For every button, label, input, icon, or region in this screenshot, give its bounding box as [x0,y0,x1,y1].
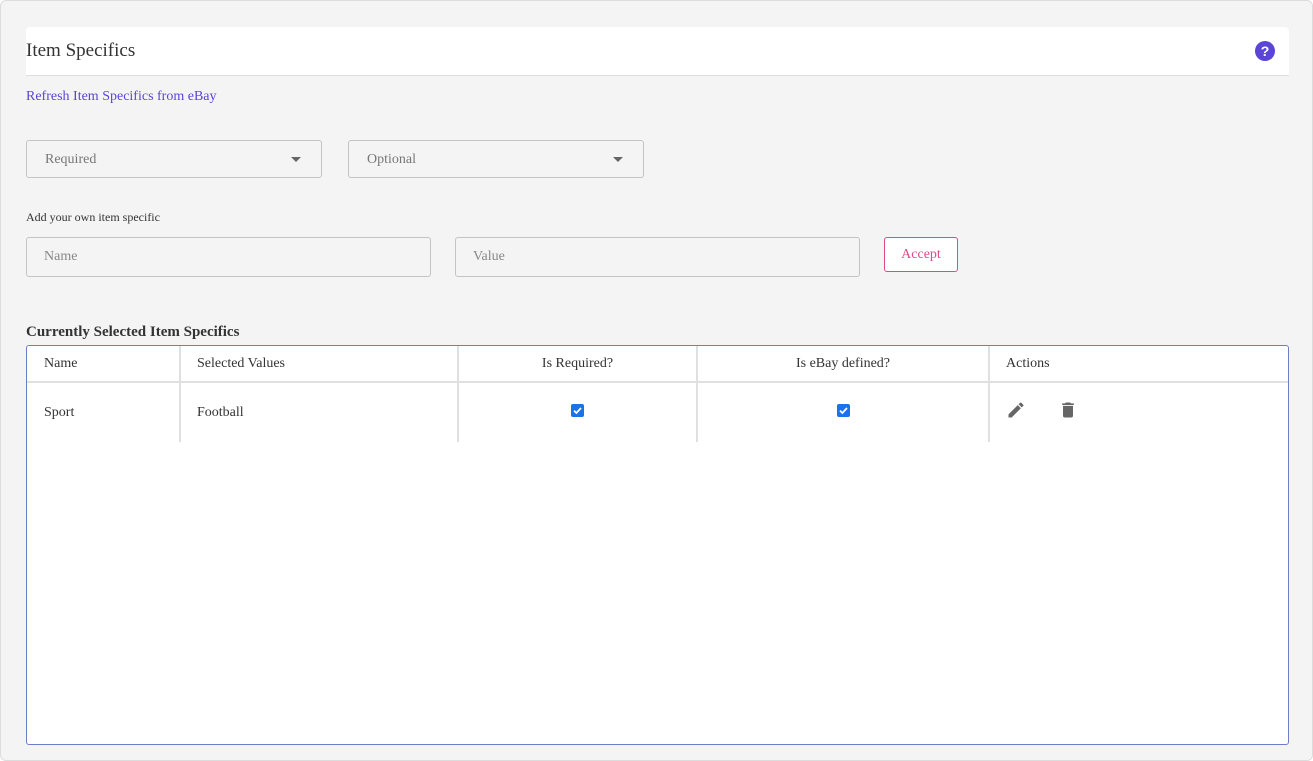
edit-pencil-icon[interactable] [1006,400,1026,425]
chevron-down-icon [291,157,301,162]
column-header-selected-values: Selected Values [179,346,458,383]
add-item-specific-label: Add your own item specific [26,210,160,224]
column-header-actions: Actions [988,346,1288,383]
column-header-name: Name [27,346,180,383]
required-select-label: Required [45,152,97,167]
panel-header: Item Specifics ? [26,27,1289,76]
name-input[interactable] [26,237,431,277]
row-actions-cell [988,382,1288,442]
help-icon[interactable]: ? [1255,41,1275,61]
row-value-cell: Football [179,382,458,442]
column-header-is-required: Is Required? [457,346,697,383]
value-input[interactable] [455,237,860,277]
delete-trash-icon[interactable] [1058,399,1078,426]
optional-select-label: Optional [367,152,416,167]
optional-select[interactable]: Optional [348,140,644,178]
refresh-item-specifics-link[interactable]: Refresh Item Specifics from eBay [26,89,217,105]
table-header-row: Name Selected Values Is Required? Is eBa… [27,346,1288,383]
row-is-required-cell [457,382,697,442]
is-ebay-defined-checkbox[interactable] [836,403,850,417]
required-select[interactable]: Required [26,140,322,178]
is-required-checkbox[interactable] [571,403,584,417]
selected-specifics-table: Name Selected Values Is Required? Is eBa… [26,345,1289,745]
selected-specifics-title: Currently Selected Item Specifics [26,324,240,340]
item-specifics-panel: Item Specifics ? Refresh Item Specifics … [0,0,1313,761]
row-is-ebay-defined-cell [696,382,989,442]
row-name-cell: Sport [44,404,75,420]
page-title: Item Specifics [26,40,136,61]
accept-button[interactable]: Accept [884,237,958,272]
column-header-is-ebay-defined: Is eBay defined? [696,346,989,383]
chevron-down-icon [613,157,623,162]
table-row: Sport Football [27,382,1288,442]
